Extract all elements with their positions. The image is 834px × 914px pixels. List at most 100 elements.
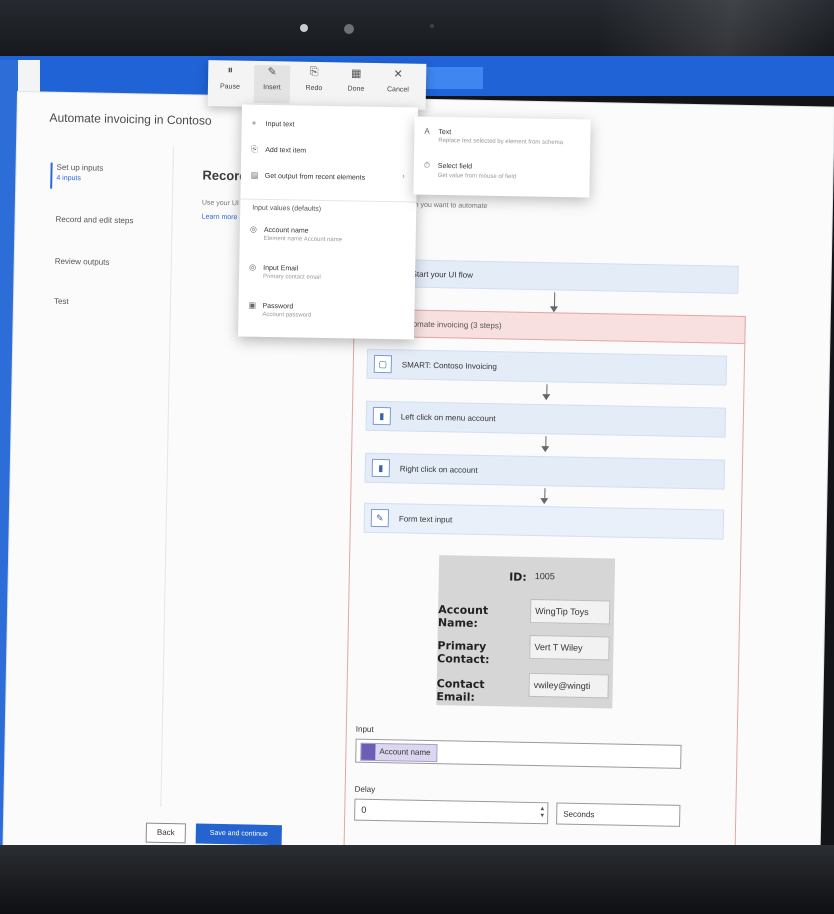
delay-unit-select[interactable]: Seconds (556, 802, 681, 827)
menu-input-account-name[interactable]: ◎ Account name Element name Account name (250, 225, 343, 244)
step-set-up-inputs[interactable]: Set up inputs 4 inputs (56, 163, 103, 183)
menu-item-label: Get output from recent elements (264, 172, 366, 182)
text-item-icon: ⎘ (251, 144, 258, 154)
edit-icon: ✎ (370, 508, 390, 528)
submenu-item-text[interactable]: A Text Replace text selected by element f… (424, 127, 584, 147)
input-label: Input (355, 724, 374, 734)
input-icon: ◎ (249, 224, 257, 234)
input-icon: ◎ (249, 262, 257, 272)
preview-value: 1005 (534, 571, 555, 582)
step-sub: 4 inputs (56, 174, 81, 183)
step-label: Test (53, 296, 69, 307)
delay-label: Delay (354, 784, 376, 794)
chevron-right-icon: › (402, 173, 405, 181)
output-submenu: A Text Replace text selected by element f… (413, 116, 591, 198)
toolbar-label: Cancel (386, 86, 409, 94)
menu-item-label: Account name (263, 226, 309, 235)
token-label: Account name (379, 747, 431, 758)
wizard-steps: Set up inputs 4 inputs Record and edit s… (30, 144, 174, 807)
learn-more-link[interactable]: Learn more (202, 214, 238, 222)
toolbar-cancel[interactable]: ✕ Cancel (380, 67, 416, 94)
preview-row: Primary Contact: Vert T Wiley (437, 631, 614, 667)
webcam-lens (344, 24, 354, 34)
clock-icon: ⏱ (423, 160, 431, 170)
preview-value: WingTip Toys (529, 598, 611, 625)
back-button[interactable]: Back (145, 822, 186, 844)
section-description: Use your UI (201, 199, 239, 208)
delay-value: 0 (361, 804, 367, 815)
flow-arrow (545, 436, 547, 451)
flow-start-block[interactable]: Start your UI flow (396, 259, 739, 294)
preview-label: Account Name: (437, 603, 489, 630)
toolbar-label: Insert (263, 84, 281, 92)
menu-item-get-output[interactable]: ▤ Get output from recent elements › (251, 171, 411, 183)
menu-item-label: Add text item (265, 146, 307, 155)
preview-row: Account Name: WingTip Toys (437, 595, 615, 630)
click-icon: ▮ (371, 458, 391, 478)
cancel-icon: ✕ (393, 68, 403, 81)
click-icon: ▮ (372, 406, 392, 426)
flow-step-label: SMART: Contoso Invoicing (401, 360, 497, 372)
list-icon: ▤ (250, 170, 259, 180)
recorder-toolbar: ⏸ Pause ✎ Insert ⎘ Redo ▦ Done ✕ Cancel (207, 60, 427, 110)
flow-start-label: Start your UI flow (411, 269, 474, 280)
menu-input-email[interactable]: ◎ Input Email Primary contact email (249, 263, 321, 281)
menu-item-sub: Element name Account name (263, 235, 343, 244)
step-review-outputs[interactable]: Review outputs (55, 257, 110, 267)
header-highlight (425, 67, 483, 89)
active-step-indicator (50, 162, 53, 189)
preview-label: Contact Email: (436, 677, 485, 704)
menu-item-label: Input Email (263, 264, 299, 273)
lock-icon: ▣ (248, 300, 257, 310)
insert-icon: ✎ (267, 66, 277, 79)
element-screenshot-preview: ID: 1005 Account Name: WingTip Toys Prim… (436, 555, 616, 709)
pause-icon: ⏸ (227, 64, 234, 77)
plus-icon: + (251, 118, 257, 128)
step-label: Review outputs (54, 256, 110, 267)
group-label: Automate invoicing (3 steps) (400, 319, 502, 331)
screen-glare (600, 0, 834, 60)
preview-label: ID: (509, 570, 527, 584)
menu-item-sub: Primary contact email (262, 273, 321, 281)
text-icon: A (424, 126, 430, 136)
menu-item-sub: Account password (262, 311, 312, 319)
input-token[interactable]: Account name (360, 742, 438, 763)
step-record-edit[interactable]: Record and edit steps (55, 215, 133, 225)
flow-arrow (546, 384, 548, 399)
redo-icon: ⎘ (309, 65, 319, 79)
flow-arrow (544, 488, 546, 503)
submenu-item-sub: Replace text selected by element from sc… (438, 137, 564, 147)
menu-item-add-text[interactable]: ⎘ Add text item (251, 145, 306, 156)
toolbar-redo[interactable]: ⎘ Redo (296, 66, 332, 93)
flow-step-label: Left click on menu account (400, 412, 496, 424)
window-icon: ▢ (373, 354, 393, 374)
preview-row: Contact Email: vwiley@wingti (436, 669, 613, 704)
toolbar-insert[interactable]: ✎ Insert (253, 64, 291, 104)
step-test[interactable]: Test (54, 297, 69, 306)
app-window: Automate invoicing in Contoso Set up inp… (3, 92, 834, 878)
menu-item-input-text[interactable]: + Input text (252, 119, 295, 129)
monitor-bottom-bezel (0, 845, 834, 914)
toolbar-label: Done (347, 85, 365, 93)
submenu-item-select-field[interactable]: ⏱ Select field Get value from mouse of fi… (424, 161, 584, 182)
menu-divider (240, 198, 417, 203)
done-icon: ▦ (350, 67, 362, 80)
toolbar-label: Redo (305, 84, 323, 93)
save-continue-button[interactable]: Save and continue (195, 823, 282, 846)
sensor-dot (430, 24, 434, 28)
toolbar-label: Pause (219, 83, 240, 91)
menu-item-label: Password (262, 302, 294, 311)
submenu-item-sub: Get value from mouse of field (437, 172, 517, 181)
preview-value: Vert T Wiley (529, 634, 610, 661)
delay-input[interactable]: 0 ▲ ▼ (354, 798, 549, 825)
step-label: Record and edit steps (55, 214, 134, 226)
menu-section-title: Input values (defaults) (252, 204, 322, 213)
variable-icon (361, 743, 376, 760)
step-label: Set up inputs (56, 162, 104, 173)
toolbar-pause[interactable]: ⏸ Pause (212, 64, 248, 91)
menu-input-password[interactable]: ▣ Password Account password (248, 301, 311, 319)
preview-label: Primary Contact: (437, 639, 490, 667)
spinner-icon[interactable]: ▲ ▼ (539, 806, 545, 820)
toolbar-done[interactable]: ▦ Done (338, 66, 374, 93)
menu-item-label: Input text (265, 120, 295, 129)
